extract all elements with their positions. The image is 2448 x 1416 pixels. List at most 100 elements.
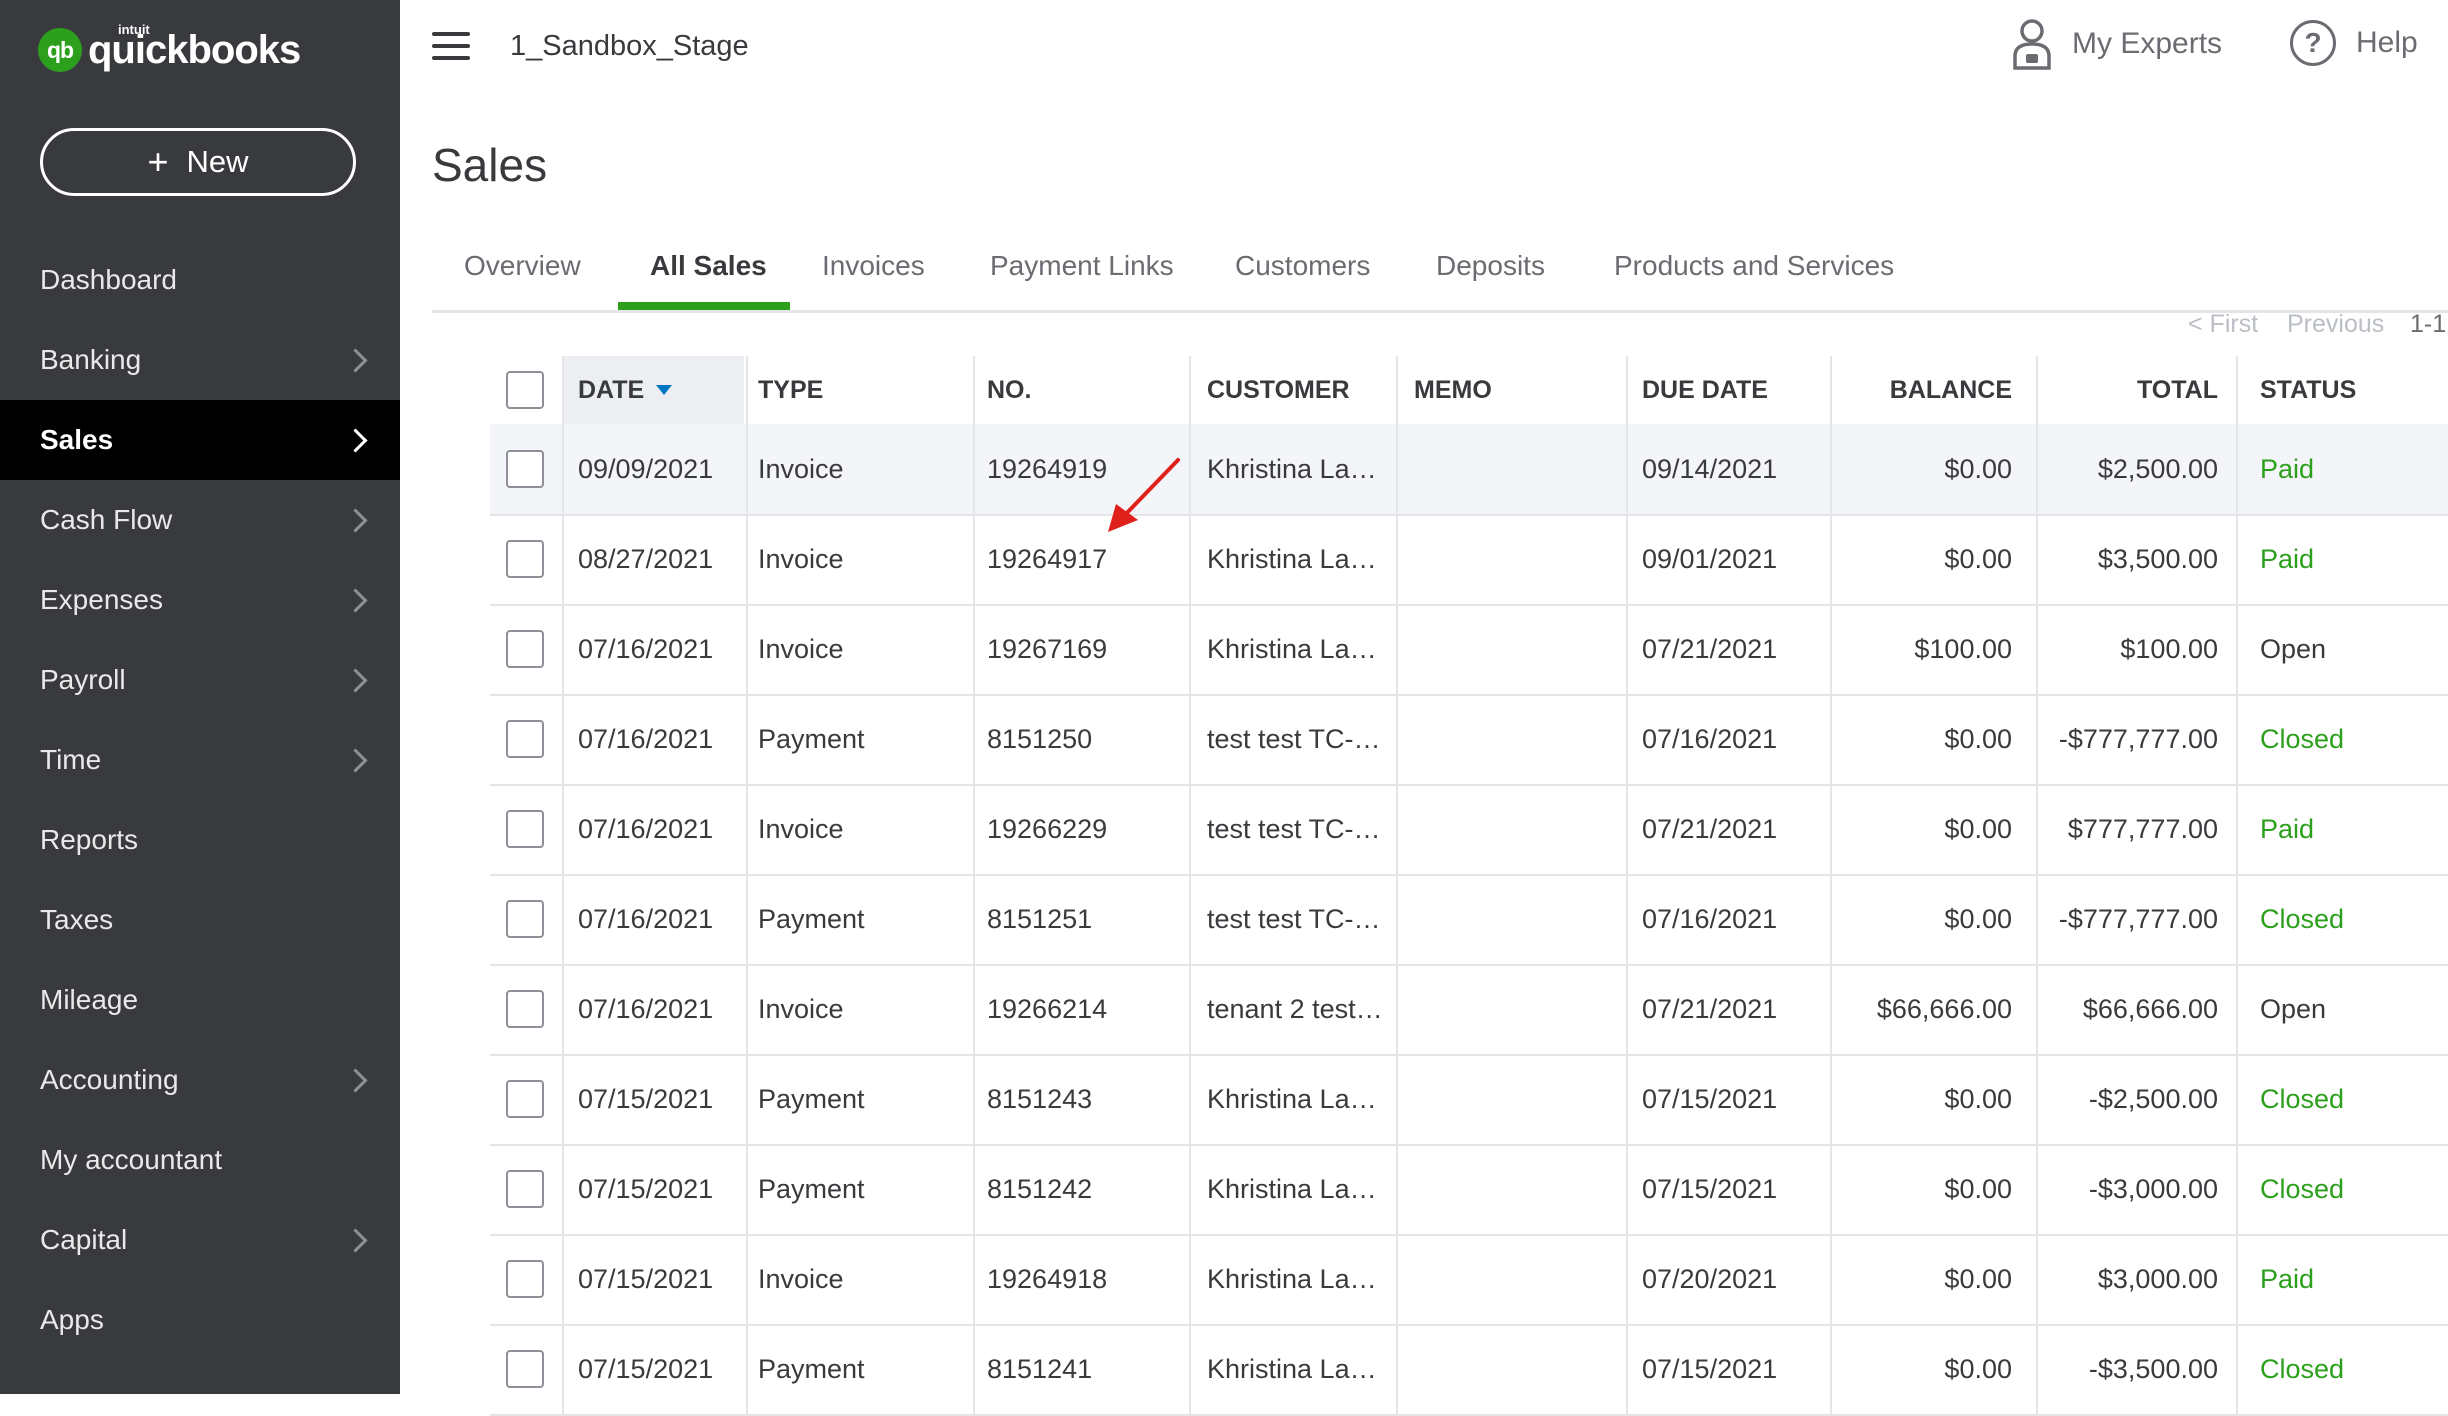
cell-no[interactable]: 8151242 (987, 1144, 1197, 1234)
table-row[interactable]: 07/16/2021 Payment 8151250 test test TC-… 07… (490, 694, 2448, 786)
row-checkbox[interactable] (506, 450, 544, 488)
pager-previous[interactable]: Previous (2287, 310, 2384, 339)
table-row[interactable]: 07/16/2021 Payment 8151251 test test TC-… 07… (490, 874, 2448, 966)
table-row[interactable]: 08/27/2021 Invoice 19264917 Khristina La… 09… (490, 514, 2448, 606)
cell-no[interactable]: 8151241 (987, 1324, 1197, 1414)
column-header-balance[interactable]: BALANCE (1830, 356, 2012, 424)
column-header-no[interactable]: NO. (987, 356, 1197, 424)
tab-products-and-services[interactable]: Products and Services (1614, 250, 1894, 282)
sidebar-item-dashboard[interactable]: Dashboard (0, 240, 400, 320)
select-all-checkbox[interactable] (506, 371, 544, 409)
row-checkbox[interactable] (506, 1350, 544, 1388)
row-checkbox[interactable] (506, 630, 544, 668)
cell-no[interactable]: 19266214 (987, 964, 1197, 1054)
cell-customer[interactable]: Khristina La… (1207, 514, 1397, 604)
quickbooks-logo[interactable]: qb intuit quickbooks (38, 20, 301, 80)
cell-customer[interactable]: Khristina La… (1207, 1144, 1397, 1234)
cell-status[interactable]: Open (2260, 964, 2440, 1054)
cell-status[interactable]: Paid (2260, 1234, 2440, 1324)
cell-date: 07/15/2021 (578, 1263, 714, 1294)
cell-status[interactable]: Closed (2260, 874, 2440, 964)
sidebar-item-time[interactable]: Time (0, 720, 400, 800)
active-tab-indicator (618, 302, 790, 310)
cell-balance: $0.00 (1944, 1353, 2012, 1384)
cell-no[interactable]: 19266229 (987, 784, 1197, 874)
sidebar-item-reports[interactable]: Reports (0, 800, 400, 880)
column-header-type[interactable]: TYPE (758, 356, 984, 424)
cell-date: 09/09/2021 (578, 453, 714, 484)
sidebar-item-banking[interactable]: Banking (0, 320, 400, 400)
table-row[interactable]: 07/15/2021 Invoice 19264918 Khristina La… 07… (490, 1234, 2448, 1326)
cell-no[interactable]: 8151250 (987, 694, 1197, 784)
cell-no[interactable]: 19267169 (987, 604, 1197, 694)
row-checkbox[interactable] (506, 1260, 544, 1298)
cell-status[interactable]: Closed (2260, 1324, 2440, 1414)
cell-customer[interactable]: Khristina La… (1207, 424, 1397, 514)
row-checkbox[interactable] (506, 1080, 544, 1118)
new-button[interactable]: + New (40, 128, 356, 196)
column-header-customer[interactable]: CUSTOMER (1207, 356, 1397, 424)
my-experts-button[interactable]: My Experts (2012, 18, 2222, 70)
tab-all-sales[interactable]: All Sales (650, 250, 767, 282)
tab-overview[interactable]: Overview (464, 250, 581, 282)
cell-status[interactable]: Closed (2260, 1054, 2440, 1144)
sidebar-item-mileage[interactable]: Mileage (0, 960, 400, 1040)
pager-first[interactable]: < First (2188, 310, 2258, 339)
cell-balance: $66,666.00 (1876, 993, 2012, 1024)
cell-customer[interactable]: tenant 2 test… (1207, 964, 1397, 1054)
row-checkbox[interactable] (506, 990, 544, 1028)
table-row[interactable]: 07/15/2021 Payment 8151242 Khristina La… 07/… (490, 1144, 2448, 1236)
table-row[interactable]: 09/09/2021 Invoice 19264919 Khristina La… 09… (490, 424, 2448, 516)
cell-customer[interactable]: test test TC-… (1207, 784, 1397, 874)
sidebar-item-expenses[interactable]: Expenses (0, 560, 400, 640)
cell-due: 07/15/2021 (1642, 1083, 1778, 1114)
row-checkbox[interactable] (506, 540, 544, 578)
sidebar-item-label: Cash Flow (40, 504, 173, 535)
cell-type: Invoice (758, 543, 844, 574)
sidebar-item-taxes[interactable]: Taxes (0, 880, 400, 960)
hamburger-menu-icon[interactable] (432, 32, 470, 60)
column-header-status[interactable]: STATUS (2260, 356, 2440, 424)
table-row[interactable]: 07/16/2021 Invoice 19266214 tenant 2 test… 0… (490, 964, 2448, 1056)
row-checkbox[interactable] (506, 810, 544, 848)
cell-status[interactable]: Closed (2260, 694, 2440, 784)
column-header-date[interactable]: DATE (564, 356, 744, 424)
tab-deposits[interactable]: Deposits (1436, 250, 1545, 282)
table-row[interactable]: 07/16/2021 Invoice 19266229 test test TC-… 0… (490, 784, 2448, 876)
column-header-due-date[interactable]: DUE DATE (1642, 356, 1832, 424)
help-button[interactable]: ? Help (2290, 20, 2418, 66)
table-row[interactable]: 07/15/2021 Payment 8151243 Khristina La… 07/… (490, 1054, 2448, 1146)
cell-customer[interactable]: test test TC-… (1207, 874, 1397, 964)
sidebar-item-cash-flow[interactable]: Cash Flow (0, 480, 400, 560)
cell-status[interactable]: Paid (2260, 514, 2440, 604)
cell-no[interactable]: 8151251 (987, 874, 1197, 964)
cell-customer[interactable]: Khristina La… (1207, 604, 1397, 694)
row-checkbox[interactable] (506, 900, 544, 938)
cell-customer[interactable]: test test TC-… (1207, 694, 1397, 784)
cell-status[interactable]: Open (2260, 604, 2440, 694)
tab-invoices[interactable]: Invoices (822, 250, 925, 282)
tab-customers[interactable]: Customers (1235, 250, 1370, 282)
table-row[interactable]: 07/15/2021 Payment 8151241 Khristina La… 07/… (490, 1324, 2448, 1416)
cell-no[interactable]: 8151243 (987, 1054, 1197, 1144)
cell-customer[interactable]: Khristina La… (1207, 1234, 1397, 1324)
row-checkbox[interactable] (506, 1170, 544, 1208)
cell-status[interactable]: Paid (2260, 424, 2440, 514)
sidebar-item-my-accountant[interactable]: My accountant (0, 1120, 400, 1200)
sidebar-item-payroll[interactable]: Payroll (0, 640, 400, 720)
cell-customer[interactable]: Khristina La… (1207, 1324, 1397, 1414)
sidebar-item-capital[interactable]: Capital (0, 1200, 400, 1280)
sidebar-item-accounting[interactable]: Accounting (0, 1040, 400, 1120)
table-row[interactable]: 07/16/2021 Invoice 19267169 Khristina La… 07… (490, 604, 2448, 696)
column-header-memo[interactable]: MEMO (1414, 356, 1634, 424)
cell-status[interactable]: Paid (2260, 784, 2440, 874)
plus-icon: + (147, 141, 169, 182)
cell-customer[interactable]: Khristina La… (1207, 1054, 1397, 1144)
tab-payment-links[interactable]: Payment Links (990, 250, 1174, 282)
row-checkbox[interactable] (506, 720, 544, 758)
column-header-total[interactable]: TOTAL (2038, 356, 2218, 424)
sidebar-item-sales[interactable]: Sales (0, 400, 400, 480)
cell-no[interactable]: 19264918 (987, 1234, 1197, 1324)
cell-status[interactable]: Closed (2260, 1144, 2440, 1234)
sidebar-item-apps[interactable]: Apps (0, 1280, 400, 1360)
